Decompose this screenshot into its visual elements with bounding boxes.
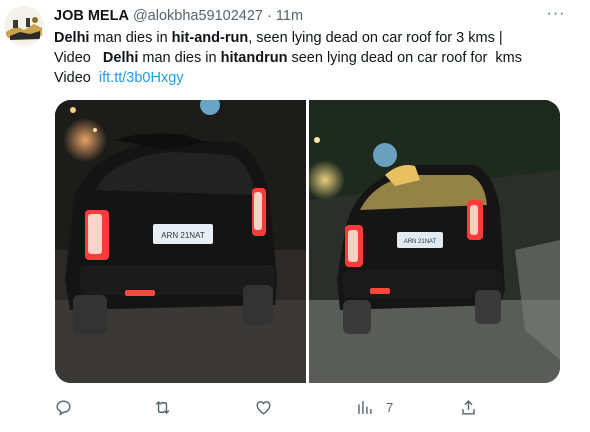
retweet-icon (155, 400, 170, 414)
reply-button[interactable] (54, 396, 73, 418)
views-icon (358, 400, 372, 414)
like-button[interactable] (254, 396, 273, 418)
share-icon (462, 399, 475, 415)
text-bold: Delhi (102, 50, 139, 66)
tweet-text-line-1: Delhi man dies in hit-and-run, seen lyin… (54, 28, 564, 48)
avatar-image (4, 6, 44, 46)
right-video-frame: ARN 21NAT (305, 100, 560, 383)
separator-dot: · (267, 8, 272, 24)
heart-icon (256, 400, 271, 415)
tweet-actions: 7 (54, 396, 494, 418)
display-name[interactable]: JOB MELA (54, 8, 129, 24)
left-plate-text: ARN 21NAT (161, 231, 205, 240)
handle[interactable]: @alokbha59102427 (133, 8, 263, 24)
tweet-text-line-3: Video ift.tt/3b0Hxgy (54, 68, 564, 88)
avatar[interactable] (4, 6, 44, 46)
text-span: man dies in (138, 50, 221, 66)
text-span: man dies in (89, 30, 172, 46)
reply-icon (56, 399, 71, 416)
tweet-text-line-2: Video Delhi man dies in hitandrun seen l… (54, 48, 564, 68)
text-span: , seen lying dead on car roof for 3 kms … (248, 30, 503, 46)
text-span: Video (54, 50, 103, 66)
tweet-media[interactable]: ARN 21NAT ARN 21NAT (55, 100, 560, 383)
views-count: 7 (386, 399, 394, 415)
tweet-text: Delhi man dies in hit-and-run, seen lyin… (54, 28, 564, 88)
views-button[interactable]: 7 (355, 396, 393, 418)
text-bold: hitandrun (220, 50, 288, 66)
text-span: seen lying dead on car roof for kms (287, 50, 522, 66)
text-bold: hit-and-run (171, 30, 249, 46)
tweet-link[interactable]: ift.tt/3b0Hxgy (99, 70, 184, 86)
tweet-header: JOB MELA @alokbha59102427 · 11m (54, 6, 554, 26)
text-bold: Delhi (54, 30, 90, 46)
more-options-icon[interactable]: ··· (544, 4, 568, 24)
text-span: Video (54, 70, 99, 86)
share-button[interactable] (459, 396, 478, 418)
right-plate-text: ARN 21NAT (404, 239, 437, 245)
left-video-frame: ARN 21NAT (55, 100, 306, 383)
timestamp[interactable]: 11m (276, 8, 303, 24)
retweet-button[interactable] (153, 396, 172, 418)
tweet-card[interactable]: JOB MELA @alokbha59102427 · 11m ··· Delh… (0, 0, 590, 432)
